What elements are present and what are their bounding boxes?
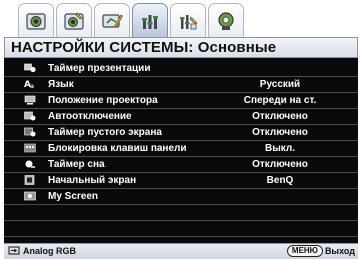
- tab-picture[interactable]: [18, 3, 54, 37]
- my-screen-icon: [24, 191, 36, 201]
- tab-system-setup-basic[interactable]: [132, 3, 168, 37]
- tab-information[interactable]: [208, 3, 244, 37]
- tab-system-setup-advanced[interactable]: [170, 3, 206, 37]
- projector-position-icon: [24, 95, 36, 105]
- sleep-timer-icon: [24, 159, 36, 169]
- splash-screen-icon: [24, 175, 36, 185]
- picture-icon: [26, 12, 46, 30]
- menu-item-language[interactable]: Aa Язык Русский: [4, 77, 358, 93]
- presentation-timer-icon: [24, 63, 36, 73]
- advanced-picture-icon: [64, 11, 84, 30]
- svg-text:a: a: [30, 83, 34, 89]
- menu-tabs: [18, 3, 244, 37]
- input-source-label: Analog RGB: [23, 246, 76, 256]
- menu-item-label: Таймер презентации: [48, 63, 151, 74]
- menu-title-bar: НАСТРОЙКИ СИСТЕМЫ: Основные: [4, 37, 358, 58]
- menu-panel: Таймер презентации Aa Язык Русский Полож…: [4, 58, 358, 243]
- menu-item-value: Выкл.: [264, 143, 296, 154]
- language-icon: Aa: [24, 79, 36, 89]
- menu-item-sleep-timer[interactable]: Таймер сна Отключено: [4, 157, 358, 173]
- menu-item-splash-screen[interactable]: Начальный экран BenQ: [4, 173, 358, 189]
- menu-item-blank-timer[interactable]: Таймер пустого экрана Отключено: [4, 125, 358, 141]
- exit-hint[interactable]: МЕНЮ Выход: [286, 245, 355, 257]
- menu-item-label: Язык: [48, 79, 74, 90]
- status-bar: Analog RGB МЕНЮ Выход: [4, 243, 358, 259]
- system-setup-advanced-icon: [180, 14, 198, 29]
- menu-item-projector-position[interactable]: Положение проектора Спереди на ст.: [4, 93, 358, 109]
- menu-item-label: My Screen: [48, 191, 99, 202]
- menu-item-auto-off[interactable]: Автоотключение Отключено: [4, 109, 358, 125]
- tab-advanced-picture[interactable]: [56, 3, 92, 37]
- menu-item-label: Таймер пустого экрана: [48, 127, 162, 138]
- menu-item-label: Автоотключение: [48, 111, 132, 122]
- information-icon: [218, 11, 234, 30]
- menu-key: МЕНЮ: [286, 245, 323, 257]
- menu-item-presentation-timer[interactable]: Таймер презентации: [4, 61, 358, 77]
- menu-item-label: Положение проектора: [48, 95, 158, 106]
- menu-item-value: Спереди на ст.: [243, 95, 317, 106]
- menu-item-value: Отключено: [252, 127, 308, 138]
- auto-off-icon: [24, 111, 36, 121]
- menu-item-value: Русский: [259, 79, 301, 90]
- menu-item-value: Отключено: [252, 111, 308, 122]
- display-icon: [102, 13, 123, 28]
- input-source-icon: [8, 246, 20, 255]
- menu-item-my-screen[interactable]: My Screen: [4, 189, 358, 205]
- menu-item-label: Начальный экран: [48, 175, 137, 186]
- menu-item-value: BenQ: [266, 175, 294, 186]
- input-source: Analog RGB: [8, 246, 76, 256]
- empty-row: [4, 205, 358, 221]
- system-setup-basic-icon: [142, 14, 158, 29]
- osd-menu: НАСТРОЙКИ СИСТЕМЫ: Основные Таймер презе…: [0, 0, 362, 259]
- menu-item-label: Таймер сна: [48, 159, 105, 170]
- panel-key-lock-icon: [24, 143, 36, 153]
- menu-item-value: Отключено: [252, 159, 308, 170]
- exit-label: Выход: [324, 246, 355, 256]
- page-title: НАСТРОЙКИ СИСТЕМЫ: Основные: [11, 39, 277, 56]
- menu-item-panel-key-lock[interactable]: Блокировка клавиш панели Выкл.: [4, 141, 358, 157]
- tab-display[interactable]: [94, 3, 130, 37]
- blank-timer-icon: [24, 127, 36, 137]
- menu-item-label: Блокировка клавиш панели: [48, 143, 187, 154]
- empty-row: [4, 221, 358, 237]
